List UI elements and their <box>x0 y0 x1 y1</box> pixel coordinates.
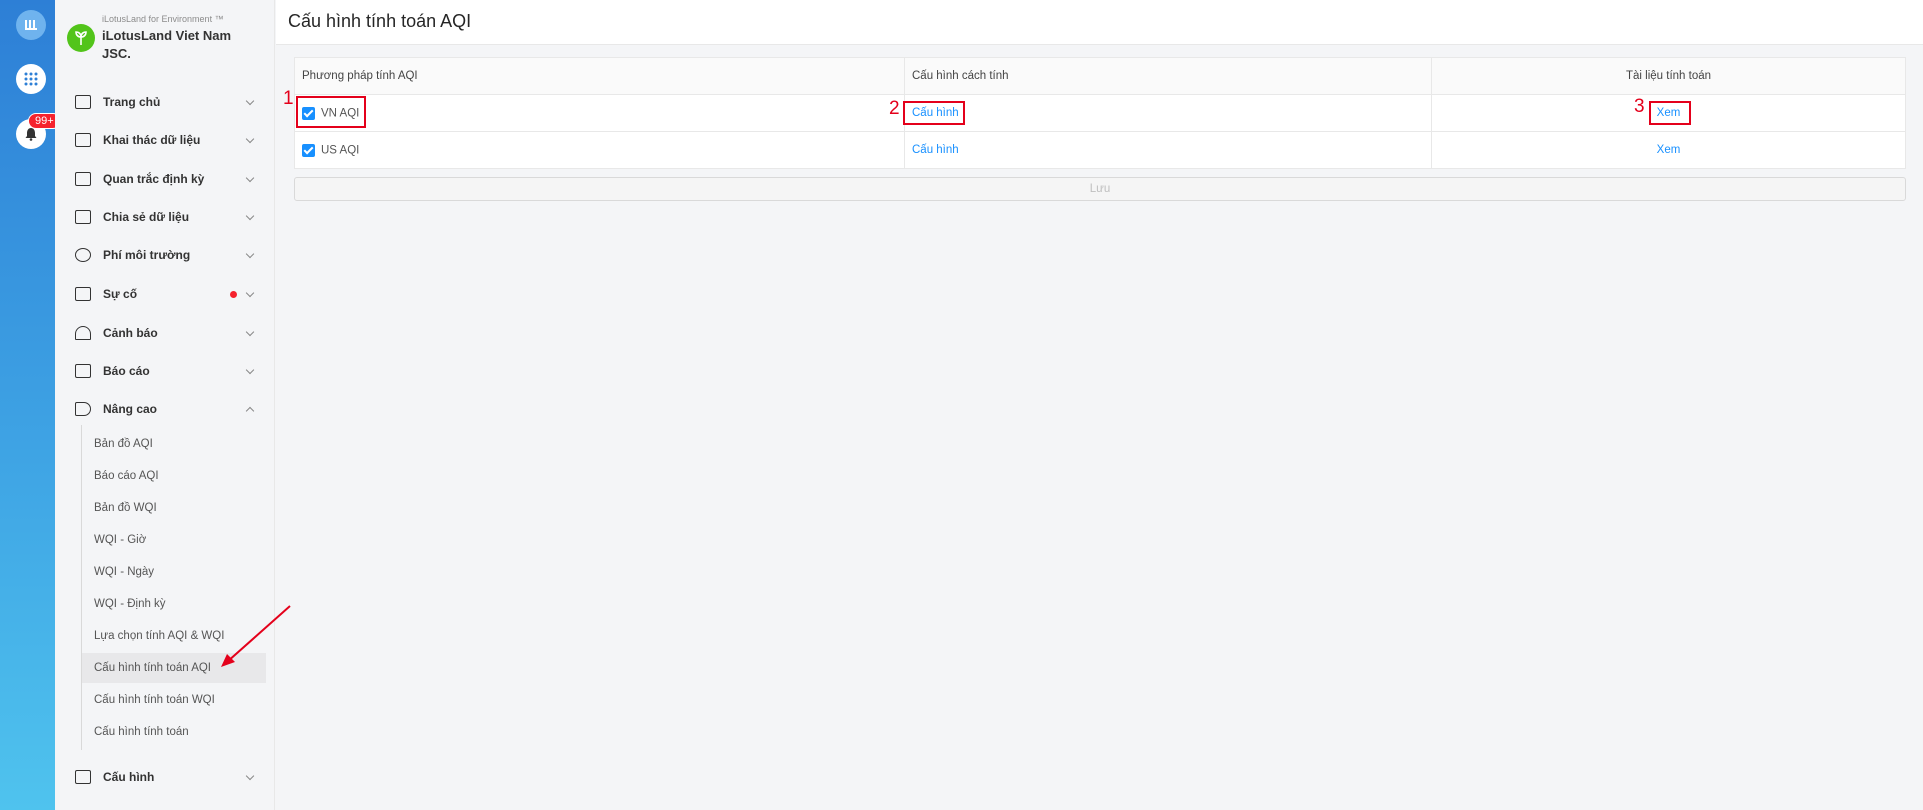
page-header: Cấu hình tính toán AQI <box>276 0 1923 45</box>
sidebar-item-label: Quan trắc định kỳ <box>103 172 205 186</box>
sidebar-item-label: Nâng cao <box>103 402 158 416</box>
alarm-icon <box>75 326 91 340</box>
sidebar-item-share-data[interactable]: Chia sẻ dữ liệu <box>69 202 265 232</box>
chevron-up-icon <box>245 406 255 416</box>
incident-alert-dot <box>230 291 237 298</box>
submenu-item[interactable]: Bản đồ WQI <box>82 493 266 523</box>
annotation-box <box>1649 101 1691 125</box>
chevron-down-icon <box>245 771 255 781</box>
advanced-submenu: Bản đồ AQI Báo cáo AQI Bản đồ WQI WQI - … <box>81 425 271 750</box>
sidebar-item-incident[interactable]: Sự cố <box>69 279 265 309</box>
sidebar-item-label: Cấu hình <box>103 770 155 784</box>
sidebar-item-data-mining[interactable]: Khai thác dữ liệu <box>69 125 265 155</box>
sidebar-item-report[interactable]: Báo cáo <box>69 356 265 386</box>
submenu-item[interactable]: Bản đồ AQI <box>82 429 266 459</box>
sidebar-item-label: Phí môi trường <box>103 248 191 262</box>
sidebar-item-label: Trang chủ <box>103 95 161 109</box>
periodic-monitoring-icon <box>75 172 91 186</box>
doc-cell: Xem <box>1431 131 1906 169</box>
sidebar-item-alarm[interactable]: Cảnh báo <box>69 318 265 348</box>
save-button[interactable]: Lưu <box>294 177 1906 201</box>
table-header-row: Phương pháp tính AQI Cấu hình cách tính … <box>294 57 1906 95</box>
share-data-icon <box>75 210 91 224</box>
home-icon <box>75 95 91 109</box>
page-title: Cấu hình tính toán AQI <box>288 11 472 31</box>
sidebar-item-label: Khai thác dữ liệu <box>103 133 201 147</box>
brand[interactable]: iLotusLand for Environment ™ iLotusLand … <box>67 12 267 67</box>
submenu-item[interactable]: Cấu hình tính toán WQI <box>82 685 266 715</box>
app-rail: 99+ <box>0 0 61 810</box>
view-doc-link[interactable]: Xem <box>1657 144 1681 156</box>
brand-logo-icon <box>67 24 95 52</box>
report-icon <box>75 364 91 378</box>
chevron-down-icon <box>245 365 255 375</box>
chevron-down-icon <box>245 249 255 259</box>
sidebar-item-label: Báo cáo <box>103 364 150 378</box>
annotation-box <box>296 96 366 128</box>
megaphone-icon <box>75 402 91 416</box>
brand-name: iLotusLand Viet Nam JSC. <box>102 28 232 61</box>
config-icon <box>75 770 91 784</box>
chevron-down-icon <box>245 327 255 337</box>
annotation-box <box>903 101 965 125</box>
submenu-item[interactable]: Báo cáo AQI <box>82 461 266 491</box>
sidebar-item-label: Cảnh báo <box>103 326 158 340</box>
sidebar: iLotusLand for Environment ™ iLotusLand … <box>55 0 275 810</box>
config-cell: Cấu hình <box>904 94 1432 132</box>
config-cell: Cấu hình <box>904 131 1432 169</box>
chevron-down-icon <box>245 211 255 221</box>
method-cell: VN AQI <box>294 94 905 132</box>
annotation-arrow-icon <box>221 605 291 667</box>
sidebar-item-environment-fee[interactable]: Phí môi trường <box>69 240 265 270</box>
annotation-number: 2 <box>889 98 900 119</box>
sidebar-item-home[interactable]: Trang chủ <box>69 87 265 117</box>
column-header: Phương pháp tính AQI <box>294 57 905 95</box>
sidebar-item-label: Sự cố <box>103 287 138 301</box>
chevron-down-icon <box>245 134 255 144</box>
sidebar-item-periodic-monitoring[interactable]: Quan trắc định kỳ <box>69 164 265 194</box>
sidebar-item-label: Chia sẻ dữ liệu <box>103 210 190 224</box>
data-mining-icon <box>75 133 91 147</box>
submenu-item[interactable]: WQI - Ngày <box>82 557 266 587</box>
sidebar-item-config[interactable]: Cấu hình <box>69 762 265 792</box>
method-cell: US AQI <box>294 131 905 169</box>
incident-icon <box>75 287 91 301</box>
sidebar-item-advanced[interactable]: Nâng cao <box>69 394 265 424</box>
chevron-down-icon <box>245 288 255 298</box>
table-row: US AQI Cấu hình Xem <box>294 131 1906 169</box>
brand-tagline: iLotusLand for Environment ™ <box>102 14 224 24</box>
annotation-number: 3 <box>1634 96 1645 117</box>
submenu-item[interactable]: Cấu hình tính toán <box>82 717 266 747</box>
method-label: US AQI <box>321 144 360 156</box>
app-logo-icon[interactable] <box>16 10 46 40</box>
annotation-number: 1 <box>283 88 294 109</box>
chevron-down-icon <box>245 96 255 106</box>
apps-grid-icon[interactable] <box>16 64 46 94</box>
chevron-down-icon <box>245 173 255 183</box>
checkbox-checked-icon[interactable] <box>302 143 315 157</box>
column-header: Cấu hình cách tính <box>904 57 1432 95</box>
submenu-item[interactable]: WQI - Giờ <box>82 525 266 555</box>
config-link[interactable]: Cấu hình <box>912 144 959 156</box>
column-header: Tài liệu tính toán <box>1431 57 1906 95</box>
dollar-icon <box>75 248 91 262</box>
